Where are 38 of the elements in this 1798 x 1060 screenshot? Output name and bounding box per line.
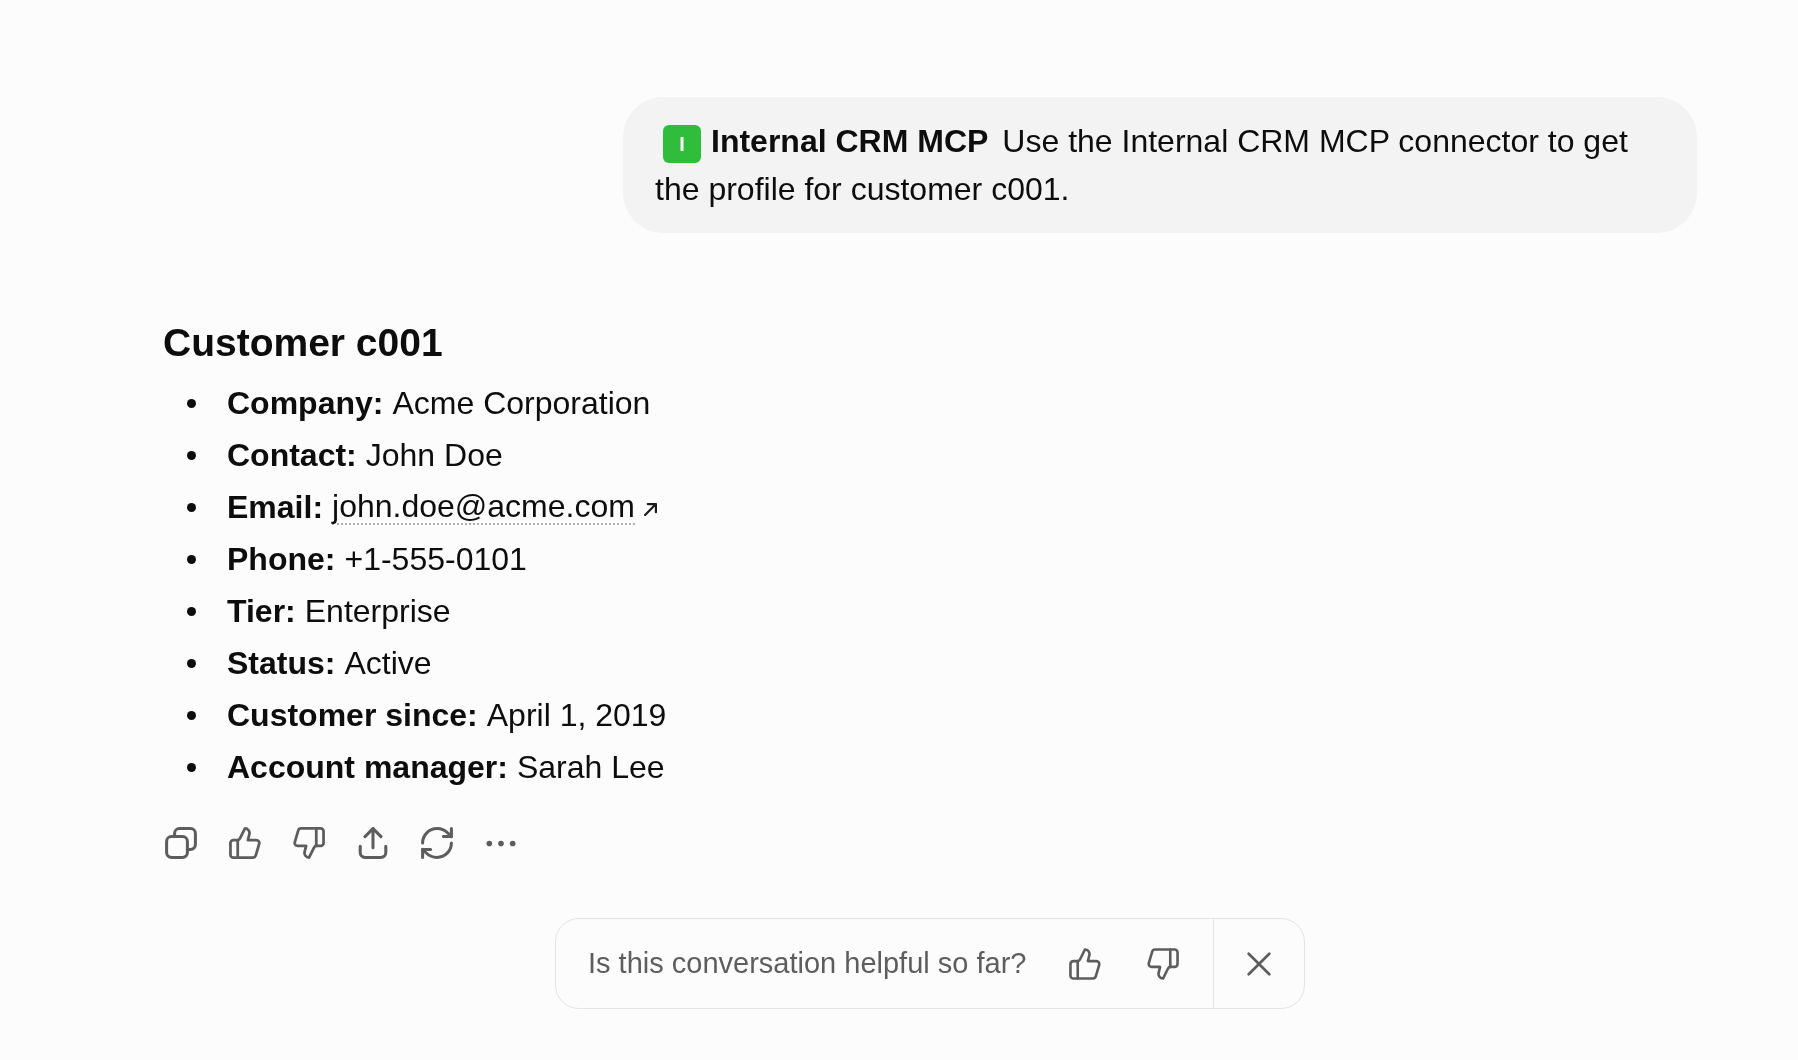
external-link-icon <box>643 502 657 516</box>
feedback-question: Is this conversation helpful so far? <box>588 947 1027 980</box>
field-label: Customer since: <box>227 696 478 734</box>
field-value: John Doe <box>365 436 503 474</box>
refresh-icon <box>421 827 453 859</box>
thumbs-down-icon <box>293 827 325 859</box>
field-value: Acme Corporation <box>392 384 651 422</box>
field-label: Phone: <box>227 540 336 578</box>
bullet-icon <box>187 658 196 668</box>
message-text: I Internal CRM MCP Use the Internal CRM MCP connector to get the profile for customer c001. <box>655 122 1629 209</box>
bullet-icon <box>187 554 196 564</box>
field-value: Active <box>344 644 432 682</box>
field-label: Email: <box>227 488 324 526</box>
bullet-icon <box>187 398 196 408</box>
field-value: Sarah Lee <box>516 748 665 786</box>
more-icon <box>486 839 516 847</box>
close-icon <box>1247 951 1271 976</box>
bullet-icon <box>187 450 196 460</box>
email-link[interactable]: john.doe@acme.com <box>332 489 635 525</box>
bullet-icon <box>187 606 196 616</box>
response-title: Customer c001 <box>163 321 443 365</box>
share-icon <box>357 827 389 859</box>
field-label: Tier: <box>227 592 296 630</box>
field-label: Account manager: <box>227 748 508 786</box>
thumbs-up-icon <box>1069 947 1101 980</box>
field-value: April 1, 2019 <box>486 696 667 734</box>
field-label: Company: <box>227 384 384 422</box>
bullet-icon <box>187 762 196 772</box>
thumbs-up-icon <box>229 827 261 859</box>
thumbs-down-icon <box>1147 947 1179 980</box>
field-value: +1-555-0101 <box>344 540 527 578</box>
field-label: Contact: <box>227 436 357 474</box>
connector-badge: I <box>663 124 701 163</box>
bullet-icon <box>187 502 196 512</box>
bullet-icon <box>187 710 196 720</box>
copy-icon <box>165 827 197 859</box>
field-label: Status: <box>227 644 336 682</box>
field-value: Enterprise <box>304 592 451 630</box>
